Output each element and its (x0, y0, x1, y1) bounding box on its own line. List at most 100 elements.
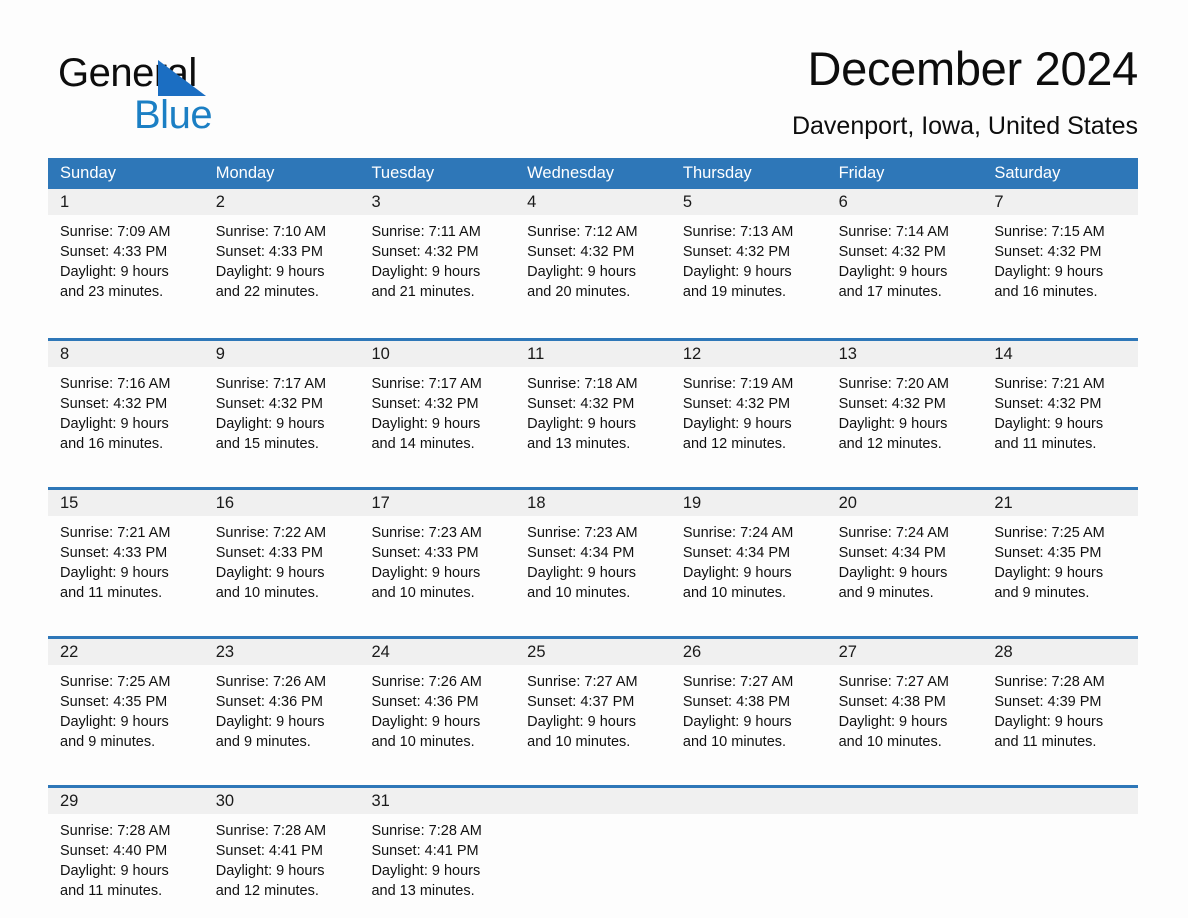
daylight-text-line2: and 16 minutes. (60, 436, 164, 452)
sunrise-text: Sunrise: 7:14 AM (838, 224, 950, 240)
sunset-text: Sunset: 4:34 PM (527, 545, 635, 561)
day-cell-14[interactable]: 14 Sunrise: 7:21 AM Sunset: 4:32 PM Dayligh… (982, 341, 1139, 473)
sunset-text: Sunset: 4:32 PM (527, 396, 635, 412)
day-number: 22 (60, 643, 79, 661)
sunset-text: Sunset: 4:37 PM (527, 694, 635, 710)
day-cell-20[interactable]: 20 Sunrise: 7:24 AM Sunset: 4:34 PM Dayligh… (826, 490, 983, 622)
location-subtitle: Davenport, Iowa, United States (791, 112, 1138, 140)
daylight-text-line1: Daylight: 9 hours (838, 565, 948, 581)
sunrise-text: Sunrise: 7:12 AM (527, 224, 638, 240)
day-cell-13[interactable]: 13 Sunrise: 7:20 AM Sunset: 4:32 PM Dayligh… (826, 341, 983, 473)
daylight-text-line1: Daylight: 9 hours (527, 565, 636, 581)
weekday-header-monday: Monday (215, 164, 275, 182)
daylight-text-line2: and 20 minutes. (527, 284, 631, 300)
day-cell-28[interactable]: 28 Sunrise: 7:28 AM Sunset: 4:39 PM Dayligh… (982, 639, 1139, 771)
day-details: Sunrise: 7:17 AM Sunset: 4:32 PM Daylight:… (359, 367, 515, 454)
day-cell-18[interactable]: 18 Sunrise: 7:23 AM Sunset: 4:34 PM Dayligh… (515, 490, 671, 622)
day-details: Sunrise: 7:22 AM Sunset: 4:33 PM Daylight:… (204, 516, 360, 603)
day-number-band: 17 (359, 490, 516, 516)
sunrise-text: Sunrise: 7:20 AM (838, 376, 950, 392)
sunset-text: Sunset: 4:35 PM (60, 694, 168, 710)
day-number: 7 (994, 193, 1004, 211)
day-number: 11 (527, 345, 545, 363)
day-number: 23 (215, 643, 235, 661)
day-cell-25[interactable]: 25 Sunrise: 7:27 AM Sunset: 4:37 PM Dayligh… (515, 639, 671, 771)
calendar-grid: Sunday Monday Tuesday Wednesday Thursday Frid… (48, 158, 1139, 905)
sunrise-text: Sunrise: 7:11 AM (371, 224, 481, 240)
sunset-text: Sunset: 4:33 PM (215, 244, 323, 260)
day-number-band: 6 (826, 189, 983, 215)
day-cell-15[interactable]: 15 Sunrise: 7:21 AM Sunset: 4:33 PM Dayligh… (48, 490, 204, 622)
daylight-text-line1: Daylight: 9 hours (527, 264, 636, 280)
day-cell-empty (826, 788, 983, 905)
day-cell-9[interactable]: 9 Sunrise: 7:17 AM Sunset: 4:32 PM Daylight… (203, 341, 360, 473)
day-cell-22[interactable]: 22 Sunrise: 7:25 AM Sunset: 4:35 PM Dayligh… (48, 639, 204, 771)
day-details: Sunrise: 7:28 AM Sunset: 4:41 PM Daylight:… (204, 814, 360, 901)
daylight-text-line1: Daylight: 9 hours (838, 416, 948, 432)
day-cell-7[interactable]: 7 Sunrise: 7:15 AM Sunset: 4:32 PM Daylight… (982, 189, 1139, 324)
day-number: 29 (60, 792, 79, 810)
day-number-band: 15 (48, 490, 204, 516)
day-cell-31[interactable]: 31 Sunrise: 7:28 AM Sunset: 4:41 PM Dayligh… (359, 788, 516, 905)
day-cell-16[interactable]: 16 Sunrise: 7:22 AM Sunset: 4:33 PM Dayligh… (203, 490, 360, 622)
sunset-text: Sunset: 4:38 PM (682, 694, 791, 710)
sunrise-text: Sunrise: 7:15 AM (994, 224, 1105, 240)
daylight-text-line1: Daylight: 9 hours (371, 264, 481, 280)
day-cell-12[interactable]: 12 Sunrise: 7:19 AM Sunset: 4:32 PM Dayligh… (670, 341, 827, 473)
sunset-text: Sunset: 4:40 PM (60, 843, 168, 859)
sunrise-text: Sunrise: 7:26 AM (371, 674, 482, 690)
day-cell-27[interactable]: 27 Sunrise: 7:27 AM Sunset: 4:38 PM Dayligh… (826, 639, 983, 771)
sunrise-text: Sunrise: 7:13 AM (682, 224, 794, 240)
page-header: General Blue December 2024 Davenport, Io… (48, 40, 1138, 150)
weekday-header-friday: Friday (838, 164, 885, 182)
daylight-text-line2: and 10 minutes. (371, 734, 475, 750)
day-cell-2[interactable]: 2 Sunrise: 7:10 AM Sunset: 4:33 PM Daylight… (203, 189, 360, 324)
day-number-band: 9 (203, 341, 360, 367)
sunrise-text: Sunrise: 7:17 AM (371, 376, 482, 392)
daylight-text-line2: and 10 minutes. (527, 585, 631, 601)
daylight-text-line2: and 10 minutes. (682, 585, 787, 601)
daylight-text-line2: and 10 minutes. (682, 734, 787, 750)
day-number: 16 (215, 494, 235, 512)
daylight-text-line1: Daylight: 9 hours (215, 264, 325, 280)
day-number-band (982, 788, 1139, 814)
day-cell-30[interactable]: 30 Sunrise: 7:28 AM Sunset: 4:41 PM Dayligh… (203, 788, 360, 905)
daylight-text-line2: and 11 minutes. (60, 585, 163, 601)
brand-logo[interactable]: General Blue (58, 50, 318, 137)
day-cell-8[interactable]: 8 Sunrise: 7:16 AM Sunset: 4:32 PM Daylight… (48, 341, 204, 473)
sunset-text: Sunset: 4:36 PM (215, 694, 323, 710)
day-cell-10[interactable]: 10 Sunrise: 7:17 AM Sunset: 4:32 PM Dayligh… (359, 341, 516, 473)
day-cell-29[interactable]: 29 Sunrise: 7:28 AM Sunset: 4:40 PM Dayligh… (48, 788, 204, 905)
sunrise-text: Sunrise: 7:27 AM (682, 674, 794, 690)
day-cell-6[interactable]: 6 Sunrise: 7:14 AM Sunset: 4:32 PM Daylight… (826, 189, 983, 324)
day-cell-empty (670, 788, 827, 905)
day-cell-5[interactable]: 5 Sunrise: 7:13 AM Sunset: 4:32 PM Daylight… (670, 189, 827, 324)
sunrise-text: Sunrise: 7:24 AM (682, 525, 794, 541)
weekday-header-thursday: Thursday (682, 164, 752, 182)
day-cell-26[interactable]: 26 Sunrise: 7:27 AM Sunset: 4:38 PM Dayligh… (670, 639, 827, 771)
sunrise-text: Sunrise: 7:18 AM (527, 376, 638, 392)
day-cell-17[interactable]: 17 Sunrise: 7:23 AM Sunset: 4:33 PM Dayligh… (359, 490, 516, 622)
daylight-text-line2: and 14 minutes. (371, 436, 475, 452)
day-cell-21[interactable]: 21 Sunrise: 7:25 AM Sunset: 4:35 PM Dayligh… (982, 490, 1139, 622)
daylight-text-line2: and 10 minutes. (215, 585, 319, 601)
day-cell-11[interactable]: 11 Sunrise: 7:18 AM Sunset: 4:32 PM Dayligh… (515, 341, 671, 473)
week-row: 29 Sunrise: 7:28 AM Sunset: 4:40 PM Dayligh… (48, 785, 1139, 905)
day-number-band: 30 (203, 788, 360, 814)
day-cell-24[interactable]: 24 Sunrise: 7:26 AM Sunset: 4:36 PM Dayligh… (359, 639, 516, 771)
day-number-band: 7 (982, 189, 1139, 215)
day-cell-3[interactable]: 3 Sunrise: 7:11 AM Sunset: 4:32 PM Daylight… (359, 189, 516, 324)
day-details: Sunrise: 7:23 AM Sunset: 4:33 PM Daylight:… (359, 516, 515, 603)
day-cell-19[interactable]: 19 Sunrise: 7:24 AM Sunset: 4:34 PM Dayligh… (670, 490, 827, 622)
daylight-text-line1: Daylight: 9 hours (60, 714, 169, 730)
daylight-text-line2: and 9 minutes. (215, 734, 311, 750)
sunrise-text: Sunrise: 7:27 AM (527, 674, 638, 690)
day-details: Sunrise: 7:12 AM Sunset: 4:32 PM Daylight:… (515, 215, 671, 302)
day-number: 25 (527, 643, 546, 661)
title-block: December 2024 Davenport, Iowa, United St… (438, 40, 1138, 141)
day-cell-23[interactable]: 23 Sunrise: 7:26 AM Sunset: 4:36 PM Dayligh… (203, 639, 360, 771)
day-cell-1[interactable]: 1 Sunrise: 7:09 AM Sunset: 4:33 PM Daylight… (48, 189, 204, 324)
day-number: 17 (371, 494, 390, 512)
day-details: Sunrise: 7:18 AM Sunset: 4:32 PM Daylight:… (515, 367, 671, 454)
day-cell-4[interactable]: 4 Sunrise: 7:12 AM Sunset: 4:32 PM Daylight… (515, 189, 671, 324)
